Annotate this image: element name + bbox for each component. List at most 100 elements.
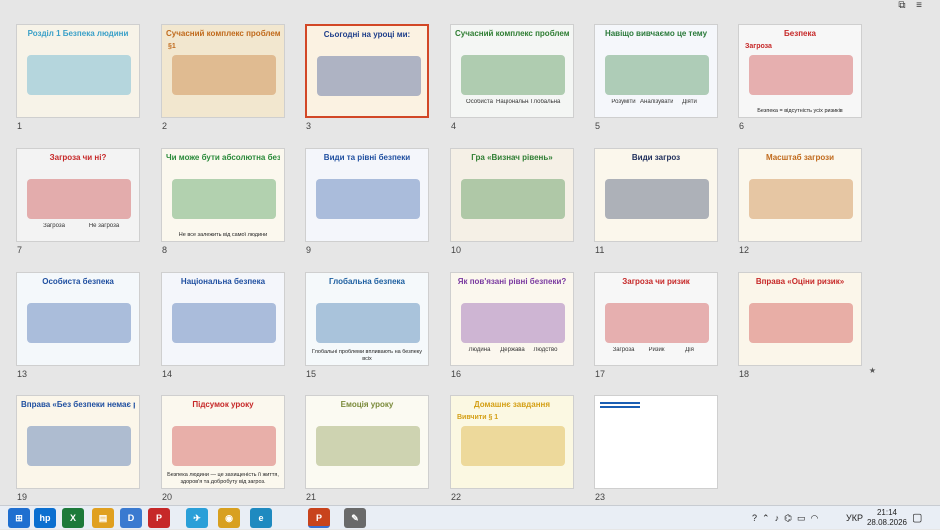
slide-thumbnail[interactable]: Безпека Загроза Безпека = відсутність усіх… [738,24,862,118]
network-icon[interactable]: ⌬ [784,513,792,523]
slide-5[interactable]: Навіщо вивчаємо це тему Розуміти Аналізува… [594,24,718,131]
slide-thumbnail[interactable] [594,395,718,489]
edge-icon[interactable]: e [250,508,272,528]
slide-number: 23 [595,492,606,502]
slide-label: Дія [685,347,694,353]
slide-illustration [316,303,420,343]
slide-18[interactable]: Вправа «Оціни ризик» 18 ★ [738,272,876,379]
slide-thumbnail[interactable]: Як пов'язані рівні безпеки? Людина Держава… [450,272,574,366]
slide-label: Особиста [466,99,493,105]
slide-thumbnail[interactable]: Розділ 1 Безпека людини [16,24,140,118]
slide-thumbnail[interactable]: Види загроз [594,148,718,242]
slide-number: 19 [17,492,28,502]
slide-illustration [172,426,276,466]
slide-7[interactable]: Загроза чи ні? Загроза Не загроза 7 [16,148,140,255]
slide-label: Аналізувати [640,99,673,105]
slide-number: 15 [306,369,317,379]
notes-icon[interactable]: ✎ [344,508,366,528]
slide-17[interactable]: Загроза чи ризик Загроза Ризик Дія 17 [594,272,718,379]
slide-illustration [605,179,709,219]
slide-9[interactable]: Види та рівні безпеки 9 [305,148,429,255]
slide-thumbnail[interactable]: Особиста безпека [16,272,140,366]
slide-thumbnail[interactable]: Сьогодні на уроці ми: [305,24,429,118]
slide-title: Емоція уроку [340,400,394,409]
slide-thumbnail[interactable]: Сучасний комплекс проблем безпеки Особист… [450,24,574,118]
slide-number: 5 [595,121,601,131]
wifi-icon[interactable]: ◠ [811,513,819,523]
slide-title: Сьогодні на уроці ми: [323,30,411,39]
windows-start-icon[interactable]: ⊞ [8,508,30,528]
telegram-icon[interactable]: ✈ [186,508,208,528]
clock[interactable]: 21:14 28.08.2026 [864,508,910,528]
pdf-icon[interactable]: P [148,508,170,528]
slide-number: 11 [595,245,605,255]
powerpoint-icon[interactable]: P [308,508,330,528]
slide-number: 8 [162,245,168,255]
slide-title: Сучасний комплекс проблем безпеки [455,29,569,38]
slide-number: 17 [595,369,606,379]
file-explorer-icon[interactable]: ▤ [92,508,114,528]
show-hidden-icon[interactable]: ⌃ [762,513,770,523]
battery-icon[interactable]: ▭ [797,513,806,523]
slide-thumbnail[interactable]: Вправа «Оціни ризик» [738,272,862,366]
slide-3[interactable]: Сьогодні на уроці ми: 3 [305,24,429,131]
slide-thumbnail[interactable]: Навіщо вивчаємо це тему Розуміти Аналізува… [594,24,718,118]
slide-title: Види загроз [631,153,681,162]
slide-1[interactable]: Розділ 1 Безпека людини 1 [16,24,140,131]
slide-label: Ризик [648,347,665,353]
slide-12[interactable]: Масштаб загрози 12 [738,148,862,255]
slide-19[interactable]: Вправа «Без безпеки немає розвитку» 19 [16,395,140,502]
slide-thumbnail[interactable]: Вправа «Без безпеки немає розвитку» [16,395,140,489]
slide-21[interactable]: Емоція уроку 21 [305,395,429,502]
chrome-icon[interactable]: ◉ [218,508,240,528]
slide-illustration [461,55,565,95]
slide-thumbnail[interactable]: Масштаб загрози [738,148,862,242]
slide-14[interactable]: Національна безпека 14 [161,272,285,379]
slide-thumbnail[interactable]: Національна безпека [161,272,285,366]
slide-label: Глобальна [530,99,561,105]
sound-icon[interactable]: ♪ [775,513,780,523]
slide-thumbnail[interactable]: Гра «Визнач рівень» [450,148,574,242]
slide-thumbnail[interactable]: Підсумок уроку Безпека людини — це захище… [161,395,285,489]
slide-illustration [172,303,276,343]
slide-2[interactable]: Сучасний комплекс проблем безпеки §1 2 [161,24,285,131]
slide-illustration [316,426,420,466]
slide-number: 22 [451,492,462,502]
slide-22[interactable]: Домашнє завдання Вивчити § 1 22 [450,395,574,502]
help-icon[interactable]: ? [752,513,757,523]
slide-thumbnail[interactable]: Домашнє завдання Вивчити § 1 [450,395,574,489]
slide-thumbnail[interactable]: Сучасний комплекс проблем безпеки §1 [161,24,285,118]
hp-icon[interactable]: hp [34,508,56,528]
slide-title: Глобальна безпека [329,277,405,286]
tray-icons[interactable]: ? ⌃ ♪ ⌬ ▭ ◠ [752,506,818,530]
document-icon[interactable]: D [120,508,142,528]
slide-15[interactable]: Глобальна безпека Глобальні проблеми впли… [305,272,429,379]
slide-thumbnail[interactable]: Види та рівні безпеки [305,148,429,242]
slide-illustration [27,179,131,219]
slide-label: Діяти [682,99,697,105]
slide-23[interactable]: 23 [594,395,718,502]
slide-4[interactable]: Сучасний комплекс проблем безпеки Особист… [450,24,574,131]
transition-star-icon: ★ [868,366,876,375]
slide-11[interactable]: Види загроз 11 [594,148,718,255]
slide-title: Національна безпека [180,277,266,286]
clock-time: 21:14 [876,508,898,517]
slide-thumbnail[interactable]: Емоція уроку [305,395,429,489]
slide-thumbnail[interactable]: Чи може бути абсолютна безпека? Не все за… [161,148,285,242]
slide-number: 21 [306,492,317,502]
slide-6[interactable]: Безпека Загроза Безпека = відсутність усіх… [738,24,862,131]
slide-16[interactable]: Як пов'язані рівні безпеки? Людина Держава… [450,272,574,379]
slide-thumbnail[interactable]: Глобальна безпека Глобальні проблеми впли… [305,272,429,366]
slide-13[interactable]: Особиста безпека 13 [16,272,140,379]
powerpoint-window: ⧉ ≡ Розділ 1 Безпека людини 1 Сучасний ком… [0,0,940,505]
slide-8[interactable]: Чи може бути абсолютна безпека? Не все за… [161,148,285,255]
slide-thumbnail[interactable]: Загроза чи ризик Загроза Ризик Дія [594,272,718,366]
language-indicator[interactable]: УКР [846,506,863,530]
excel-icon[interactable]: X [62,508,84,528]
slide-title: Вправа «Оціни ризик» [755,277,845,286]
notifications-icon[interactable]: ▢ [912,506,922,530]
slide-20[interactable]: Підсумок уроку Безпека людини — це захище… [161,395,285,502]
slide-10[interactable]: Гра «Визнач рівень» 10 [450,148,574,255]
slide-illustration [461,426,565,466]
slide-thumbnail[interactable]: Загроза чи ні? Загроза Не загроза [16,148,140,242]
